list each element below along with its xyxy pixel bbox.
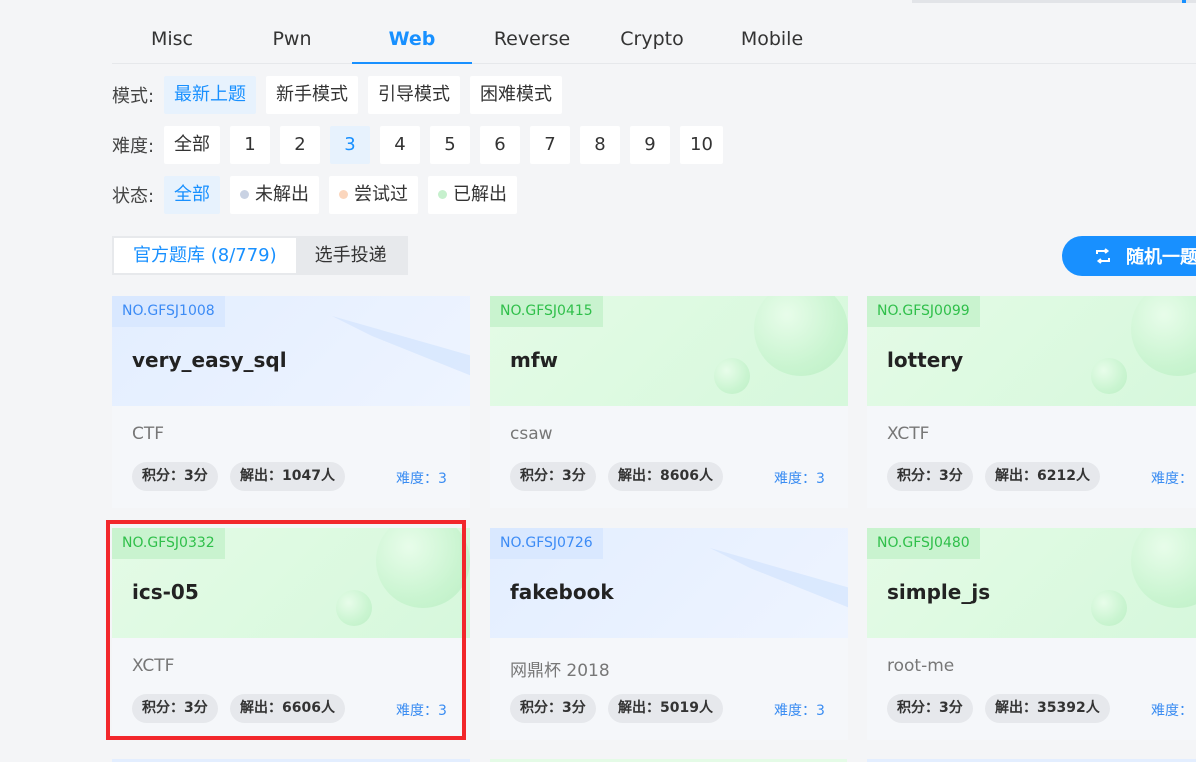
difficulty-8-chip[interactable]: 8	[580, 126, 620, 164]
score-pill: 积分：3分	[510, 462, 596, 491]
score-pill: 积分：3分	[132, 694, 218, 723]
difficulty-7-chip[interactable]: 7	[530, 126, 570, 164]
official-library-tab[interactable]: 官方题库 (8/779)	[114, 238, 296, 273]
challenge-title: very_easy_sql	[132, 348, 287, 372]
difficulty-text: 难度：3	[774, 703, 825, 719]
card-decoration	[714, 358, 750, 394]
difficulty-4-chip[interactable]: 4	[380, 126, 420, 164]
card-decoration	[332, 316, 470, 376]
tab-reverse[interactable]: Reverse	[472, 28, 592, 62]
status-unsolved-chip[interactable]: 未解出	[230, 176, 319, 214]
card-decoration	[376, 528, 470, 608]
challenge-card[interactable]: NO.GFSJ0480 simple_js root-me 积分：3分 解出：3…	[867, 528, 1196, 740]
random-challenge-button[interactable]: 随机一题	[1062, 236, 1196, 276]
challenge-source: 网鼎杯 2018	[510, 661, 610, 681]
card-decoration	[1091, 358, 1127, 394]
solved-dot-icon	[438, 189, 447, 199]
player-submission-tab[interactable]: 选手投递	[296, 238, 406, 273]
shuffle-icon	[1094, 247, 1112, 265]
difficulty-text: 难度：3	[396, 703, 447, 719]
difficulty-5-chip[interactable]: 5	[430, 126, 470, 164]
difficulty-1-chip[interactable]: 1	[230, 126, 270, 164]
attempted-dot-icon	[339, 189, 348, 199]
challenge-id-badge: NO.GFSJ1008	[112, 296, 225, 327]
challenge-id-badge: NO.GFSJ0415	[490, 296, 603, 327]
solved-count-pill: 解出：35392人	[985, 694, 1110, 723]
category-tabs: Misc Pwn Web Reverse Crypto Mobile	[112, 0, 1196, 64]
challenge-source: CTF	[132, 424, 165, 444]
mode-guided-chip[interactable]: 引导模式	[368, 76, 460, 114]
challenge-id-badge: NO.GFSJ0726	[490, 528, 603, 559]
solved-count-pill: 解出：1047人	[230, 462, 345, 491]
challenge-title: lottery	[887, 348, 964, 372]
tab-mobile[interactable]: Mobile	[712, 28, 832, 62]
card-decoration	[1091, 590, 1127, 626]
difficulty-3-chip[interactable]: 3	[330, 126, 370, 164]
challenge-title: fakebook	[510, 580, 614, 604]
difficulty-10-chip[interactable]: 10	[680, 126, 723, 164]
challenge-card[interactable]: NO.GFSJ0099 lottery XCTF 积分：3分 解出：6212人 …	[867, 296, 1196, 508]
challenge-card[interactable]: NO.GFSJ0415 mfw csaw 积分：3分 解出：8606人 难度：3	[490, 296, 848, 508]
status-label: 状态:	[112, 186, 155, 207]
solved-count-pill: 解出：5019人	[608, 694, 723, 723]
status-solved-label: 已解出	[453, 184, 507, 205]
challenge-source: csaw	[510, 424, 553, 444]
challenge-id-badge: NO.GFSJ0099	[867, 296, 980, 327]
card-decoration	[1131, 528, 1196, 608]
challenge-source: root-me	[887, 656, 955, 676]
tab-pwn[interactable]: Pwn	[232, 28, 352, 62]
card-decoration	[336, 590, 372, 626]
score-pill: 积分：3分	[510, 694, 596, 723]
status-filter-row: 状态: 全部 未解出 尝试过 已解出	[112, 175, 527, 215]
solved-count-pill: 解出：6606人	[230, 694, 345, 723]
difficulty-2-chip[interactable]: 2	[280, 126, 320, 164]
random-button-label: 随机一题	[1126, 247, 1196, 268]
mode-latest-chip[interactable]: 最新上题	[164, 76, 256, 114]
status-attempted-chip[interactable]: 尝试过	[329, 176, 418, 214]
difficulty-filter-row: 难度: 全部 1 2 3 4 5 6 7 8 9 10	[112, 125, 733, 165]
tab-crypto[interactable]: Crypto	[592, 28, 712, 62]
library-switch: 官方题库 (8/779) 选手投递	[112, 236, 408, 275]
tab-misc[interactable]: Misc	[112, 28, 232, 62]
status-solved-chip[interactable]: 已解出	[428, 176, 517, 214]
challenge-id-badge: NO.GFSJ0480	[867, 528, 980, 559]
challenge-card[interactable]: NO.GFSJ0332 ics-05 XCTF 积分：3分 解出：6606人 难…	[112, 528, 470, 740]
score-pill: 积分：3分	[887, 462, 973, 491]
tab-web[interactable]: Web	[352, 28, 472, 64]
card-decoration	[1131, 296, 1196, 376]
challenge-title: ics-05	[132, 580, 199, 604]
mode-beginner-chip[interactable]: 新手模式	[266, 76, 358, 114]
mode-filter-row: 模式: 最新上题 新手模式 引导模式 困难模式	[112, 75, 572, 115]
challenge-card[interactable]: NO.GFSJ1008 very_easy_sql CTF 积分：3分 解出：1…	[112, 296, 470, 508]
challenge-source: XCTF	[887, 424, 930, 444]
difficulty-text: 难度：	[1151, 471, 1193, 487]
difficulty-text: 难度：	[1151, 703, 1193, 719]
difficulty-6-chip[interactable]: 6	[480, 126, 520, 164]
challenge-title: mfw	[510, 348, 559, 372]
challenge-card[interactable]: NO.GFSJ0726 fakebook 网鼎杯 2018 积分：3分 解出：5…	[490, 528, 848, 740]
challenge-id-badge: NO.GFSJ0332	[112, 528, 225, 559]
difficulty-label: 难度:	[112, 136, 155, 157]
mode-hard-chip[interactable]: 困难模式	[470, 76, 562, 114]
score-pill: 积分：3分	[132, 462, 218, 491]
challenge-title: simple_js	[887, 580, 991, 604]
card-decoration	[710, 548, 848, 608]
challenge-source: XCTF	[132, 656, 175, 676]
solved-count-pill: 解出：6212人	[985, 462, 1100, 491]
difficulty-9-chip[interactable]: 9	[630, 126, 670, 164]
status-unsolved-label: 未解出	[255, 184, 309, 205]
unsolved-dot-icon	[240, 189, 249, 199]
mode-label: 模式:	[112, 86, 155, 107]
card-decoration	[754, 296, 848, 376]
score-pill: 积分：3分	[887, 694, 973, 723]
status-attempted-label: 尝试过	[354, 184, 408, 205]
difficulty-text: 难度：3	[774, 471, 825, 487]
status-all-chip[interactable]: 全部	[164, 176, 220, 214]
difficulty-all-chip[interactable]: 全部	[164, 126, 220, 164]
difficulty-text: 难度：3	[396, 471, 447, 487]
solved-count-pill: 解出：8606人	[608, 462, 723, 491]
